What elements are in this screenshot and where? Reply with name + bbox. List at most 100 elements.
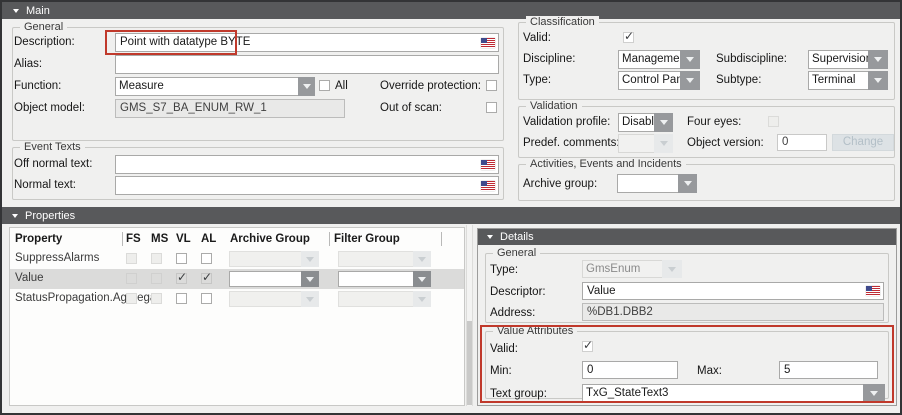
al-checkbox[interactable] <box>201 273 212 284</box>
text-group-label: Text group: <box>490 388 547 400</box>
chevron-down-icon[interactable] <box>654 113 673 132</box>
general-group-legend: General <box>20 21 67 33</box>
change-button[interactable]: Change <box>832 134 894 151</box>
four-eyes-label: Four eyes: <box>687 116 741 128</box>
subdiscipline-label: Subdiscipline: <box>716 53 787 65</box>
details-panel: Details General Type: GmsEnum Descriptor… <box>477 228 897 406</box>
language-flag-icon[interactable] <box>481 38 495 48</box>
chevron-down-icon[interactable] <box>868 71 888 90</box>
archive-group-dropdown[interactable] <box>617 174 697 193</box>
subdiscipline-value: Supervision <box>808 50 868 69</box>
properties-table: Property FS MS VL AL Archive Group Filte… <box>9 227 465 406</box>
properties-section-header[interactable]: Properties <box>2 207 900 224</box>
predef-comments-value <box>618 134 654 153</box>
table-row[interactable]: SuppressAlarms <box>10 249 464 269</box>
max-label: Max: <box>697 365 722 377</box>
function-dropdown[interactable]: Measure <box>115 77 315 96</box>
chevron-down-icon <box>413 291 431 307</box>
all-label: All <box>335 80 348 92</box>
min-field[interactable]: 0 <box>582 361 678 379</box>
language-flag-icon[interactable] <box>481 160 495 170</box>
alias-field[interactable] <box>115 55 499 74</box>
normal-text-field[interactable] <box>115 176 499 195</box>
chevron-down-icon[interactable] <box>298 77 315 96</box>
descriptor-field[interactable]: Value <box>582 282 884 300</box>
discipline-value: Management Sys <box>618 50 680 69</box>
object-model-value: GMS_S7_BA_ENUM_RW_1 <box>120 102 267 114</box>
col-fs[interactable]: FS <box>126 233 141 245</box>
chevron-down-icon[interactable] <box>678 174 697 193</box>
vl-checkbox[interactable] <box>176 273 187 284</box>
max-value: 5 <box>784 364 790 376</box>
subtype-value: Terminal <box>808 71 868 90</box>
fs-checkbox <box>126 253 137 264</box>
override-protection-checkbox[interactable] <box>486 80 497 91</box>
table-row[interactable]: StatusPropagation.Aggregat <box>10 289 464 309</box>
details-general-legend: General <box>493 247 540 259</box>
function-value: Measure <box>115 77 298 96</box>
override-protection-label: Override protection: <box>380 80 481 92</box>
column-divider[interactable] <box>329 232 330 246</box>
language-flag-icon[interactable] <box>866 286 880 296</box>
filter-group-cell-dropdown[interactable] <box>338 271 431 287</box>
vl-checkbox[interactable] <box>176 293 187 304</box>
chevron-down-icon[interactable] <box>863 384 885 402</box>
validation-profile-label: Validation profile: <box>523 116 610 128</box>
max-field[interactable]: 5 <box>779 361 878 379</box>
col-al[interactable]: AL <box>201 233 216 245</box>
al-checkbox[interactable] <box>201 253 212 264</box>
pane-splitter[interactable] <box>466 225 473 406</box>
table-row-selected[interactable]: Value <box>10 269 464 289</box>
language-flag-icon[interactable] <box>481 181 495 191</box>
ms-checkbox <box>151 253 162 264</box>
object-version-field: 0 <box>777 134 827 151</box>
off-normal-text-field[interactable] <box>115 155 499 174</box>
col-vl[interactable]: VL <box>176 233 191 245</box>
ms-checkbox <box>151 273 162 284</box>
normal-text-label: Normal text: <box>14 179 76 191</box>
col-property[interactable]: Property <box>15 233 62 245</box>
filter-group-cell-dropdown <box>338 251 431 267</box>
text-group-dropdown[interactable]: TxG_StateText3 <box>582 384 885 402</box>
al-checkbox[interactable] <box>201 293 212 304</box>
subtype-dropdown[interactable]: Terminal <box>808 71 888 90</box>
col-ms[interactable]: MS <box>151 233 168 245</box>
discipline-dropdown[interactable]: Management Sys <box>618 50 700 69</box>
main-section-header[interactable]: Main <box>2 2 900 19</box>
type-dropdown[interactable]: Control Panel <box>618 71 700 90</box>
address-field: %DB1.DBB2 <box>582 303 884 321</box>
chevron-down-icon[interactable] <box>868 50 888 69</box>
column-divider[interactable] <box>441 232 442 246</box>
subdiscipline-dropdown[interactable]: Supervision <box>808 50 888 69</box>
details-section-header[interactable]: Details <box>478 229 896 245</box>
chevron-down-icon[interactable] <box>680 50 700 69</box>
valid-checkbox[interactable] <box>623 32 634 43</box>
validation-profile-dropdown[interactable]: Disabled <box>618 113 673 132</box>
activities-legend: Activities, Events and Incidents <box>526 158 686 170</box>
all-checkbox[interactable] <box>319 80 330 91</box>
col-archive-group[interactable]: Archive Group <box>230 233 310 245</box>
window: Main General Description: Point with dat… <box>0 0 902 415</box>
chevron-down-icon[interactable] <box>680 71 700 90</box>
off-normal-text-label: Off normal text: <box>14 158 92 170</box>
archive-group-cell-dropdown <box>229 251 319 267</box>
function-label: Function: <box>14 80 61 92</box>
chevron-down-icon[interactable] <box>413 271 431 287</box>
col-filter-group[interactable]: Filter Group <box>334 233 400 245</box>
vl-checkbox[interactable] <box>176 253 187 264</box>
archive-group-cell-dropdown[interactable] <box>229 271 319 287</box>
discipline-label: Discipline: <box>523 53 575 65</box>
column-divider[interactable] <box>122 232 123 246</box>
validation-profile-value: Disabled <box>618 113 654 132</box>
out-of-scan-checkbox[interactable] <box>486 102 497 113</box>
fs-checkbox <box>126 293 137 304</box>
va-valid-checkbox[interactable] <box>582 341 593 352</box>
details-type-value: GmsEnum <box>582 260 662 278</box>
description-field[interactable]: Point with datatype BYTE <box>115 33 499 52</box>
predef-comments-dropdown <box>618 134 673 153</box>
ms-checkbox <box>151 293 162 304</box>
splitter-handle[interactable] <box>467 321 472 405</box>
chevron-down-icon[interactable] <box>301 271 319 287</box>
validation-legend: Validation <box>526 100 582 112</box>
chevron-down-icon <box>301 291 319 307</box>
